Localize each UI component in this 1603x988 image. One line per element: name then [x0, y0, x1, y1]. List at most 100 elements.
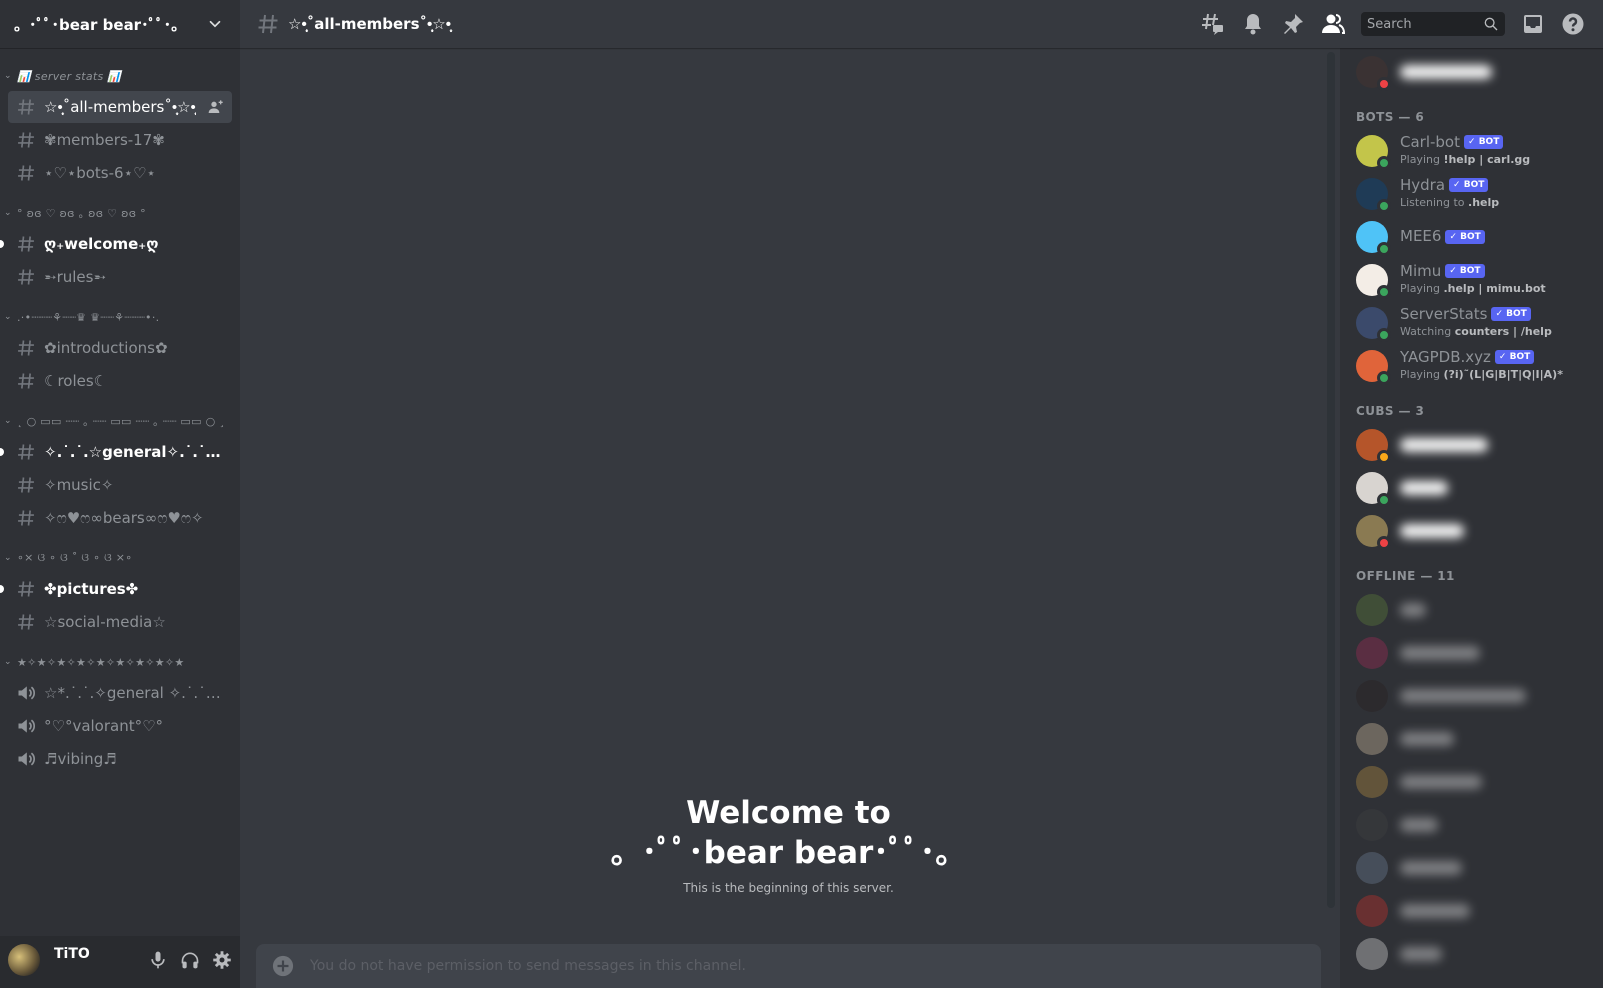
member-avatar [1356, 808, 1388, 841]
channel-category[interactable]: ⌄ ° ʚɞ ♡ ʚɞ ｡ ʚɞ ♡ ʚɞ ° [0, 199, 240, 227]
user-avatar[interactable] [8, 944, 40, 976]
search-box[interactable] [1361, 12, 1505, 36]
inbox-icon[interactable] [1521, 12, 1545, 36]
microphone-icon[interactable] [148, 950, 168, 970]
channel-name: ♬vibing♬ [44, 750, 117, 768]
text-channel[interactable]: ✧music✧ [8, 469, 232, 501]
member-avatar [1356, 636, 1388, 669]
bot-badge: ✓ BOT [1445, 229, 1485, 244]
guild-name: 。･ﾟﾟ･bear bear･ﾟﾟ･。 [14, 15, 187, 34]
hashtag-icon [16, 508, 36, 528]
member-item[interactable]: ServerStats ✓ BOT Watching counters | /hel… [1340, 301, 1603, 344]
member-item[interactable]: Mimu ✓ BOT Playing .help | mimu.bot [1340, 258, 1603, 301]
settings-gear-icon[interactable] [212, 950, 232, 970]
text-channel[interactable]: ☆social-media☆ [8, 606, 232, 638]
bell-icon[interactable] [1241, 12, 1265, 36]
member-avatar [1356, 220, 1391, 256]
member-item[interactable]: Carl-bot ✓ BOT Playing !help | carl.gg [1340, 129, 1603, 172]
member-item[interactable] [1340, 889, 1603, 932]
text-channel[interactable]: ⋆♡⋆bots-6⋆♡⋆ [8, 157, 232, 189]
member-avatar [1356, 55, 1391, 91]
member-item[interactable] [1340, 50, 1603, 93]
channel-category[interactable]: ⌄ ˛ ○ ▭▭ ┈┈ ｡ ┈┈ ▭▭ ┈┈ ｡ ┈┈ ▭▭ ○ ¸ [0, 407, 240, 435]
member-item[interactable] [1340, 760, 1603, 803]
status-idle-icon [1377, 449, 1391, 464]
member-item[interactable] [1340, 674, 1603, 717]
text-channel[interactable]: ✾members-17✾ [8, 124, 232, 156]
member-item[interactable] [1340, 717, 1603, 760]
voice-channel[interactable]: ♬vibing♬ [8, 743, 232, 775]
guild-header[interactable]: 。･ﾟﾟ･bear bear･ﾟﾟ･。 [0, 0, 240, 48]
text-channel[interactable]: ☾roles☾ [8, 365, 232, 397]
channel-name: ☆*.˙.˙.✧general ✧.˙.˙.*☆ [44, 684, 224, 702]
channel-category[interactable]: ⌄ 📊 server stats 📊 [0, 62, 240, 90]
member-activity: Listening to .help [1400, 195, 1499, 210]
text-channel[interactable]: ✧ෆ♥ෆ∞bears∞ෆ♥ෆ✧ [8, 502, 232, 534]
status-dnd-icon [1377, 535, 1391, 550]
voice-channel[interactable]: ☆*.˙.˙.✧general ✧.˙.˙.*☆ [8, 677, 232, 709]
status-dnd-icon [1377, 76, 1391, 91]
member-item[interactable] [1340, 932, 1603, 975]
speaker-icon [16, 716, 36, 736]
member-item[interactable] [1340, 803, 1603, 846]
members-icon[interactable] [1321, 12, 1346, 36]
text-channel[interactable]: ✤pictures✤ [0, 573, 232, 605]
text-channel-selected[interactable]: ☆•̩̩͙˚all-members˚•̩̩͙☆•̩̩͙ [8, 91, 232, 123]
category-chevron-icon: ⌄ [4, 71, 12, 81]
text-channel[interactable]: ➵rules➵ [8, 261, 232, 293]
channel-name: ✿introductions✿ [44, 339, 168, 357]
status-online-icon [1377, 327, 1391, 342]
member-avatar [1356, 894, 1388, 927]
pin-icon[interactable] [1281, 12, 1305, 36]
speaker-icon [16, 749, 36, 769]
help-icon[interactable] [1561, 12, 1585, 36]
voice-channel[interactable]: °♡°valorant°♡° [8, 710, 232, 742]
member-item[interactable]: MEE6 ✓ BOT [1340, 215, 1603, 258]
channel-name: ✧.˙.˙.☆general✧.˙.˙.☆ [44, 443, 224, 461]
status-online-icon [1377, 198, 1391, 213]
category-chevron-icon: ⌄ [4, 208, 12, 218]
bot-badge: ✓ BOT [1449, 178, 1489, 192]
category-label: ★✧★✧★✧★✧★✧★✧★✧★✧★ [17, 655, 185, 669]
search-input[interactable] [1367, 16, 1477, 32]
hashtag-icon [16, 163, 36, 183]
bot-badge-label: BOT [1460, 231, 1481, 242]
text-channel[interactable]: ✿introductions✿ [8, 332, 232, 364]
redacted-member-name [1400, 64, 1492, 79]
channel-category[interactable]: ⌄ ∘× ଓ ∘ ଓ ˚ ଓ ∘ ଓ ×∘ [0, 544, 240, 572]
message-input[interactable] [310, 958, 1305, 974]
member-item[interactable] [1340, 466, 1603, 509]
channel-name: ➵rules➵ [44, 268, 107, 286]
member-item[interactable] [1340, 588, 1603, 631]
member-item[interactable] [1340, 423, 1603, 466]
redacted-member-name [1400, 946, 1442, 961]
member-activity: Watching counters | /help [1400, 324, 1552, 339]
category-label: 📊 server stats 📊 [17, 69, 122, 83]
activity-prefix: Watching [1400, 324, 1452, 338]
member-item[interactable]: Hydra ✓ BOT Listening to .help [1340, 172, 1603, 215]
member-item[interactable] [1340, 846, 1603, 889]
username: TiTO [54, 946, 90, 962]
member-item[interactable] [1340, 631, 1603, 674]
status-online-icon [1377, 241, 1391, 256]
chat-area: Welcome to 。･ﾟﾟ･bear bear･ﾟﾟ･。 This is t… [240, 48, 1337, 988]
category-chevron-icon: ⌄ [4, 416, 12, 426]
status-online-icon [1377, 284, 1391, 299]
channel-category[interactable]: ⌄ ★✧★✧★✧★✧★✧★✧★✧★✧★ [0, 648, 240, 676]
text-channel[interactable]: ღ₊welcome₊ღ [0, 228, 232, 260]
status-online-icon [1377, 492, 1391, 507]
create-invite-icon[interactable] [208, 99, 224, 115]
headphones-icon[interactable] [180, 950, 200, 970]
redacted-member-name [1400, 774, 1482, 789]
member-name: Hydra [1400, 175, 1446, 194]
chat-scrollbar[interactable] [1327, 52, 1335, 908]
welcome-message: Welcome to 。･ﾟﾟ･bear bear･ﾟﾟ･。 This is t… [240, 793, 1337, 895]
text-channel[interactable]: ✧.˙.˙.☆general✧.˙.˙.☆ [0, 436, 232, 468]
member-item[interactable] [1340, 509, 1603, 552]
member-name: Mimu [1400, 261, 1442, 280]
channel-category[interactable]: ⌄ .·•┈┈┈⚘┈┈♛ ♛┈┈⚘┈┈┈•·. [0, 303, 240, 331]
member-group-header: CUBS — 3 [1356, 404, 1425, 418]
threads-icon[interactable] [1201, 12, 1225, 36]
bot-badge-label: BOT [1509, 352, 1531, 362]
member-item[interactable]: YAGPDB.xyz ✓ BOT Playing (?i)˜(L|G|B|T|Q|I… [1340, 344, 1603, 387]
